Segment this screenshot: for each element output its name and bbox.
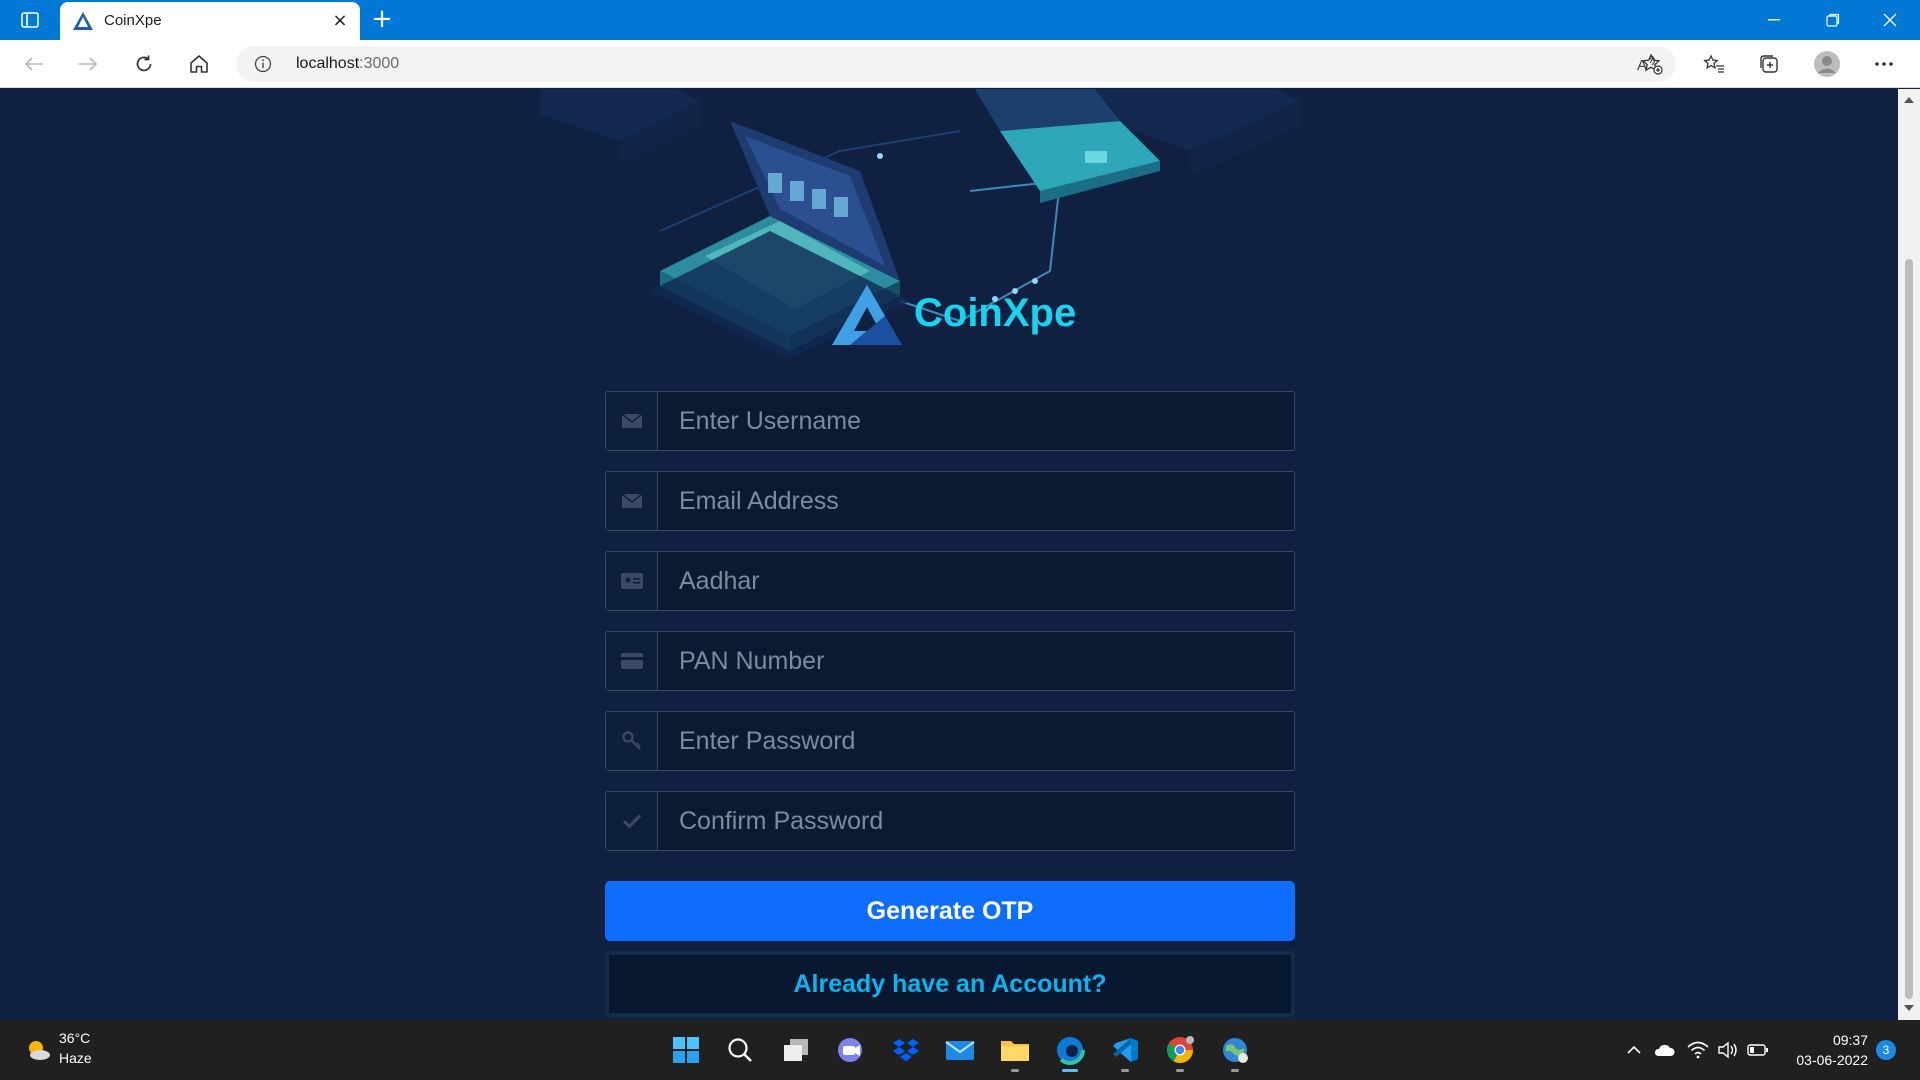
restore-icon[interactable] [1805,0,1861,40]
task-view-icon[interactable] [776,1032,816,1068]
clock-date: 03-06-2022 [1796,1052,1868,1068]
tab-title: CoinXpe [104,12,162,29]
weather-sun-icon [29,1041,50,1060]
collections-icon[interactable] [1751,48,1787,80]
page-viewport: CoinXpe Generate [0,89,1898,1020]
page-scrollbar[interactable] [1898,89,1920,1020]
forward-arrow-icon[interactable] [70,48,106,80]
username-input[interactable] [659,392,1294,450]
envelope-icon [606,392,658,450]
envelope-icon [606,472,658,530]
weather-temperature: 36°C [59,1030,91,1046]
url-host: localhost [296,55,360,72]
username-field-group [605,391,1295,451]
confirm-password-input[interactable] [659,792,1294,850]
running-indicator [1011,1069,1019,1072]
file-explorer-icon[interactable] [995,1032,1035,1072]
add-favorite-icon[interactable] [1634,48,1670,80]
new-tab-button[interactable]: + [368,6,396,34]
url-text: localhost:3000 [296,55,399,73]
scroll-up-icon[interactable] [1904,97,1914,103]
minimize-icon[interactable] [1746,0,1802,40]
windows-taskbar: 36°C Haze 09:37 03-06-2022 3 [0,1020,1920,1080]
credit-card-icon [606,632,658,690]
coinxpe-logo-icon [830,283,904,349]
key-icon [606,712,658,770]
weather-condition: Haze [59,1050,92,1066]
aadhar-input[interactable] [659,552,1294,610]
id-card-icon [606,552,658,610]
url-port: :3000 [359,55,400,72]
address-bar[interactable]: localhost:3000 A [236,46,1676,82]
back-arrow-icon[interactable] [16,48,52,80]
coinxpe-favicon-icon [72,11,94,31]
email-field-group [605,471,1295,531]
clock-time: 09:37 [1832,1032,1868,1048]
check-icon [606,792,658,850]
more-menu-icon[interactable] [1866,48,1902,80]
chrome-icon[interactable] [1160,1032,1200,1072]
email-input[interactable] [659,472,1294,530]
password-input[interactable] [659,712,1294,770]
confirm-password-field-group [605,791,1295,851]
password-field-group [605,711,1295,771]
close-window-icon[interactable] [1862,0,1918,40]
pan-field-group [605,631,1295,691]
aadhar-field-group [605,551,1295,611]
pan-input[interactable] [659,632,1294,690]
battery-icon[interactable] [1746,1038,1770,1062]
scrollbar-thumb[interactable] [1905,259,1913,999]
scroll-down-icon[interactable] [1904,1005,1914,1011]
home-icon[interactable] [181,48,217,80]
close-tab-icon[interactable]: × [330,11,350,31]
favorites-icon[interactable] [1696,48,1732,80]
weather-widget[interactable]: 36°C Haze [22,1030,142,1072]
refresh-icon[interactable] [126,48,162,80]
dropbox-icon[interactable] [886,1032,926,1068]
running-indicator [1231,1069,1239,1072]
notification-badge[interactable]: 3 [1876,1040,1896,1060]
generate-otp-button[interactable]: Generate OTP [605,881,1295,941]
volume-icon[interactable] [1716,1038,1740,1062]
already-have-account-link[interactable]: Already have an Account? [605,951,1295,1017]
search-icon[interactable] [720,1032,760,1068]
onedrive-cloud-icon[interactable] [1652,1038,1676,1062]
system-clock[interactable]: 09:37 03-06-2022 [1778,1030,1868,1070]
brand-header: CoinXpe [830,283,1090,353]
tab-actions-icon[interactable] [14,8,46,32]
active-indicator [1062,1069,1078,1072]
running-indicator [1176,1069,1184,1072]
mail-icon[interactable] [940,1032,980,1068]
browser-title-bar: CoinXpe × + [0,0,1920,40]
running-indicator [1121,1069,1129,1072]
start-menu-icon[interactable] [666,1032,706,1068]
edge-browser-icon[interactable] [1050,1032,1090,1072]
browser-toolbar: localhost:3000 A [0,40,1920,88]
app-globe-icon[interactable] [1215,1032,1255,1072]
profile-avatar-icon[interactable] [1809,48,1845,80]
vscode-icon[interactable] [1105,1032,1145,1072]
wifi-icon[interactable] [1686,1038,1710,1062]
site-info-icon[interactable] [254,55,272,73]
teams-chat-icon[interactable] [830,1032,870,1068]
show-hidden-icons-chevron-icon[interactable] [1622,1038,1646,1062]
browser-tab-coinxpe[interactable]: CoinXpe × [60,2,360,40]
brand-name: CoinXpe [914,291,1077,335]
